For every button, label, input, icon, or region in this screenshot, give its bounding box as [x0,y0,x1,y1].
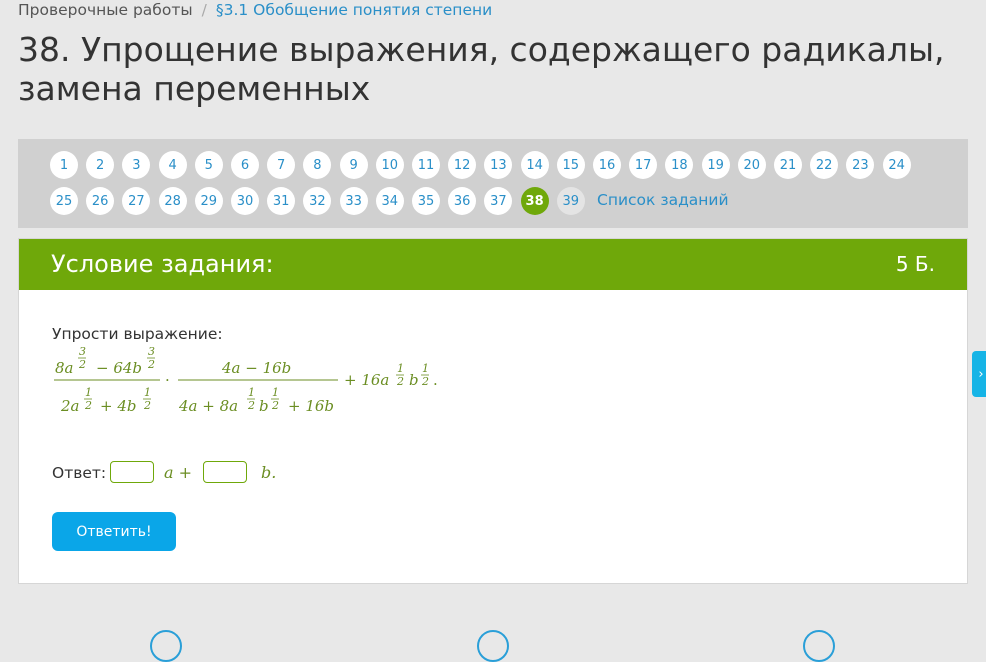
tail-a-exp-d: 2 [396,375,404,388]
task-number-12[interactable]: 12 [448,151,477,179]
task-number-28[interactable]: 28 [158,187,187,215]
task-number-11[interactable]: 11 [412,151,440,179]
task-number-8[interactable]: 8 [303,151,332,179]
f2-num: 4a − 16b [221,359,291,377]
task-number-7[interactable]: 7 [267,151,296,179]
task-number-18[interactable]: 18 [665,151,694,179]
f2-den-b-exp-n: 1 [272,386,279,399]
task-number-23[interactable]: 23 [846,151,875,179]
task-number-29[interactable]: 29 [194,187,223,215]
tail-b: b [409,371,419,389]
answer-input-a[interactable] [110,461,154,483]
task-points: 5 Б. [895,252,935,276]
task-header: Условие задания: 5 Б. [19,239,967,290]
answer-var-a: a + [164,463,193,482]
f1-num-a-exp-n: 3 [79,345,86,358]
bottom-circle-icon [150,630,182,662]
f1-num-a: 8a [55,359,74,377]
task-number-26[interactable]: 26 [86,187,115,215]
task-number-6[interactable]: 6 [231,151,259,179]
f2-den-a: 4a + 8a [178,397,238,415]
answer-var-b: b. [261,463,277,482]
task-number-31[interactable]: 31 [267,187,296,215]
f1-num-b-exp-n: 3 [148,345,155,358]
task-number-5[interactable]: 5 [194,151,223,179]
task-number-19[interactable]: 19 [701,151,730,179]
f1-den-a-exp-n: 1 [85,386,92,399]
formula-svg: 8a 3 2 − 64b 3 2 2a 1 2 + 4b 1 2 · 4a − … [54,345,438,415]
submit-answer-button[interactable]: Ответить! [52,512,176,551]
bottom-circle-icon [803,630,835,662]
f1-num-b-exp-d: 2 [147,358,155,371]
f1-den-a-exp-d: 2 [84,399,92,412]
task-number-38[interactable]: 38 [520,187,549,215]
task-number-35[interactable]: 35 [412,187,440,215]
task-number-30[interactable]: 30 [231,187,259,215]
task-number-25[interactable]: 25 [50,187,78,215]
side-tab[interactable]: › [972,351,986,397]
math-expression: 8a 3 2 − 64b 3 2 2a 1 2 + 4b 1 2 · 4a − … [52,343,532,423]
f1-den-b-exp-n: 1 [144,386,151,399]
f2-den-a-exp-d: 2 [247,399,255,412]
task-number-9[interactable]: 9 [339,151,368,179]
task-number-32[interactable]: 32 [303,187,332,215]
task-number-2[interactable]: 2 [86,151,115,179]
breadcrumb-item-section[interactable]: §3.1 Обобщение понятия степени [216,1,492,19]
task-number-36[interactable]: 36 [448,187,477,215]
task-number-1[interactable]: 1 [50,151,78,179]
f1-num-b: − 64b [96,359,142,377]
task-number-37[interactable]: 37 [484,187,513,215]
task-nav-panel: Список заданий 1 2 3 4 5 6 7 8 9 10 11 12 13 14 15 16 17… [18,139,968,228]
task-number-27[interactable]: 27 [122,187,151,215]
task-number-4[interactable]: 4 [158,151,187,179]
f1-num-a-exp-d: 2 [78,358,86,371]
breadcrumb-separator: / [201,1,207,19]
task-number-13[interactable]: 13 [484,151,513,179]
answer-input-b[interactable] [203,461,247,483]
f1-den-a: 2a [60,397,80,415]
f2-den-tail: + 16b [288,397,334,415]
page-title: 38. Упрощение выражения, содержащего рад… [18,30,945,108]
f1-den-b-exp-d: 2 [143,399,151,412]
chevron-icon: › [978,366,984,382]
breadcrumb-item-works[interactable]: Проверочные работы [18,1,193,19]
task-number-14[interactable]: 14 [520,151,549,179]
task-number-17[interactable]: 17 [629,151,658,179]
bottom-circle-icon [477,630,509,662]
tail-b-exp-d: 2 [421,375,429,388]
tail-a-exp-n: 1 [397,362,404,375]
tail-a: + 16a [344,371,389,389]
task-number-39[interactable]: 39 [556,187,585,215]
f2-den-a-exp-n: 1 [248,386,255,399]
formula-dot: · [165,371,170,389]
task-number-24[interactable]: 24 [882,151,911,179]
task-number-3[interactable]: 3 [122,151,151,179]
formula-end: . [433,371,438,389]
task-list-link[interactable]: Список заданий [597,191,729,209]
f1-den-b: + 4b [100,397,136,415]
tail-b-exp-n: 1 [422,362,429,375]
breadcrumb: Проверочные работы / §3.1 Обобщение поняти… [18,1,492,19]
task-header-title: Условие задания: [51,250,274,278]
f2-den-b: b [259,397,269,415]
task-number-34[interactable]: 34 [375,187,404,215]
task-number-33[interactable]: 33 [339,187,368,215]
task-number-15[interactable]: 15 [556,151,585,179]
task-number-10[interactable]: 10 [375,151,404,179]
task-number-21[interactable]: 21 [774,151,802,179]
answer-label: Ответ: [52,464,107,482]
task-number-22[interactable]: 22 [810,151,839,179]
f2-den-b-exp-d: 2 [271,399,279,412]
task-card: Условие задания: 5 Б. Упрости выражение:… [18,238,968,584]
task-number-20[interactable]: 20 [737,151,766,179]
task-prompt: Упрости выражение: [52,325,223,343]
task-number-16[interactable]: 16 [593,151,621,179]
